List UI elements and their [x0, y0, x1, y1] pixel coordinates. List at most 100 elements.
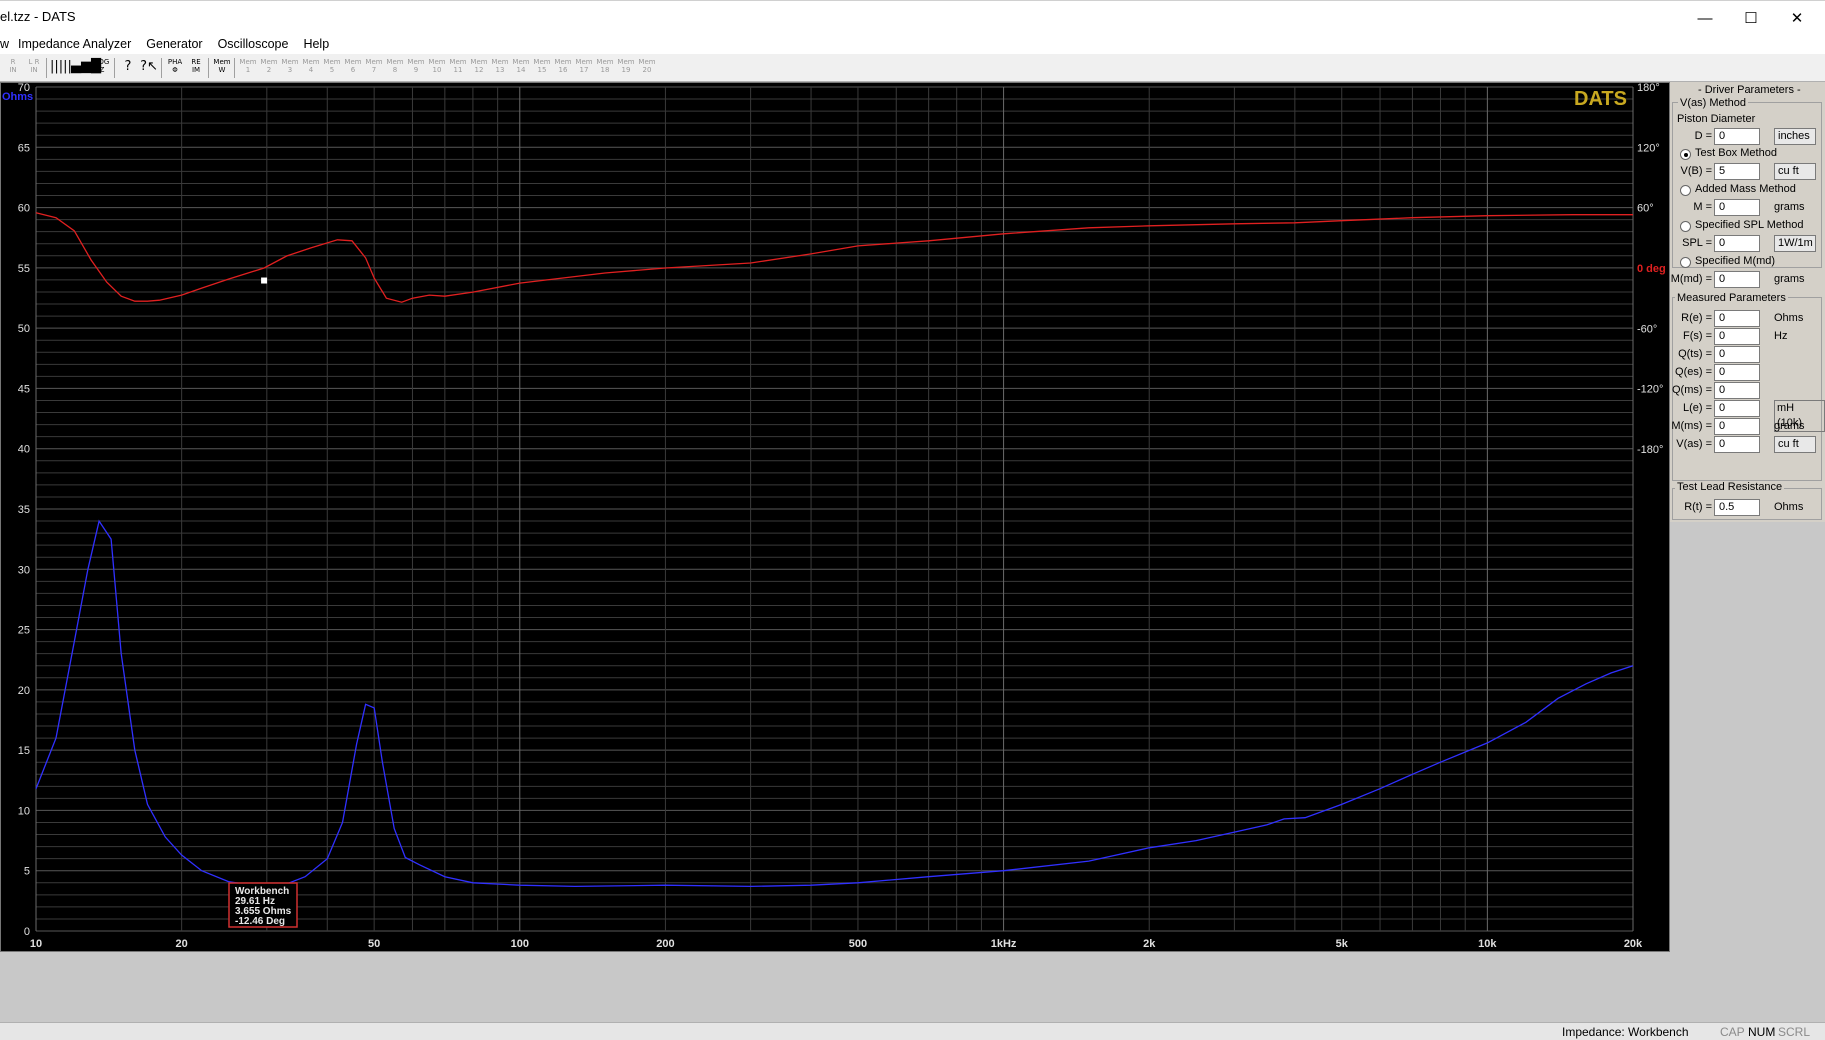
toolbar-button-28[interactable]: Mem 18: [595, 58, 615, 78]
toolbar-button-11[interactable]: Mem 1: [238, 58, 258, 78]
mmd-field[interactable]: 0: [1714, 271, 1760, 288]
close-button[interactable]: ✕: [1774, 1, 1820, 35]
toolbar-button-16[interactable]: Mem 6: [343, 58, 363, 78]
panel-title: - Driver Parameters -: [1698, 84, 1801, 96]
y-tick-label: 25: [18, 625, 30, 637]
specified-spl-label: Specified SPL Method: [1695, 219, 1804, 231]
y2-tick-label: 0 deg: [1637, 263, 1666, 275]
vb-label: V(B) =: [1680, 165, 1712, 177]
vb-unit-select[interactable]: cu ft: [1774, 163, 1816, 180]
toolbar-button-14[interactable]: Mem 4: [301, 58, 321, 78]
menu-generator[interactable]: Generator: [146, 37, 202, 51]
y2-tick-label: 180°: [1637, 83, 1660, 94]
toolbar-button-27[interactable]: Mem 17: [574, 58, 594, 78]
toolbar-button-24[interactable]: Mem 14: [511, 58, 531, 78]
status-num: NUM: [1748, 1025, 1776, 1039]
maximize-icon: ☐: [1744, 10, 1758, 27]
toolbar-button-12[interactable]: Mem 2: [259, 58, 279, 78]
toolbar-button-21[interactable]: Mem 11: [448, 58, 468, 78]
measured-field[interactable]: 0: [1714, 400, 1760, 417]
toolbar-button-7[interactable]: ?↖: [139, 58, 159, 78]
cursor-readout-deg: -12.46 Deg: [235, 916, 285, 927]
x-tick-label: 500: [849, 938, 867, 950]
toolbar-button-1[interactable]: R IN: [3, 58, 23, 78]
mmd-unit: grams: [1774, 273, 1805, 285]
y2-tick-label: -120°: [1637, 384, 1663, 396]
measured-field[interactable]: 0: [1714, 346, 1760, 363]
plot-svg: 0510152025303540455055606570Ohms180°120°…: [2, 83, 1666, 950]
menu-oscilloscope[interactable]: Oscilloscope: [218, 37, 289, 51]
measured-field[interactable]: 0: [1714, 436, 1760, 453]
toolbar-button-15[interactable]: Mem 5: [322, 58, 342, 78]
y2-tick-label: -60°: [1637, 323, 1657, 335]
measured-label: F(s) =: [1682, 330, 1712, 342]
toolbar-button-4[interactable]: ▄▆█: [71, 58, 101, 78]
specified-spl-radio[interactable]: [1680, 221, 1691, 232]
measured-field[interactable]: 0: [1714, 328, 1760, 345]
status-bar: Impedance: Workbench CAP NUM SCRL: [0, 1022, 1825, 1040]
measured-field[interactable]: 0: [1714, 382, 1760, 399]
toolbar-button-3[interactable]: |||||: [50, 58, 72, 78]
y-tick-label: 50: [18, 323, 30, 335]
x-tick-label: 2k: [1143, 938, 1156, 950]
toolbar-button-17[interactable]: Mem 7: [364, 58, 384, 78]
toolbar-button-9[interactable]: RE IM: [186, 58, 206, 78]
measured-label: L(e) =: [1682, 402, 1712, 414]
d-label: D =: [1694, 130, 1712, 142]
measured-label: V(as) =: [1676, 438, 1712, 450]
menu-bar: w Impedance Analyzer Generator Oscillosc…: [0, 34, 1825, 54]
rt-label: R(t) =: [1684, 501, 1712, 513]
spl-field[interactable]: 0: [1714, 235, 1760, 252]
toolbar-button-6[interactable]: ?: [118, 58, 138, 78]
y-tick-label: 30: [18, 564, 30, 576]
toolbar-button-26[interactable]: Mem 16: [553, 58, 573, 78]
specified-mmd-label: Specified M(md): [1695, 255, 1776, 267]
toolbar-button-8[interactable]: PHA Φ: [165, 58, 185, 78]
toolbar-separator: [161, 58, 162, 78]
measured-field[interactable]: 0: [1714, 418, 1760, 435]
spl-label: SPL =: [1682, 237, 1712, 249]
x-tick-label: 50: [368, 938, 380, 950]
toolbar-button-22[interactable]: Mem 12: [469, 58, 489, 78]
title-bar: el.tzz - DATS — ☐ ✕: [0, 0, 1825, 34]
m-field[interactable]: 0: [1714, 199, 1760, 216]
y-tick-label: 45: [18, 383, 30, 395]
d-unit-select[interactable]: inches: [1774, 128, 1816, 145]
added-mass-radio[interactable]: [1680, 185, 1691, 196]
menu-help[interactable]: Help: [303, 37, 329, 51]
driver-parameters-panel: - Driver Parameters - V(as) Method Pisto…: [1670, 82, 1825, 522]
toolbar-button-10[interactable]: Mem W: [212, 58, 232, 78]
measured-label: M(ms) =: [1671, 420, 1712, 432]
toolbar-button-20[interactable]: Mem 10: [427, 58, 447, 78]
toolbar-button-19[interactable]: Mem 9: [406, 58, 426, 78]
measured-field[interactable]: 0: [1714, 364, 1760, 381]
toolbar-button-25[interactable]: Mem 15: [532, 58, 552, 78]
measured-label: Q(ts) =: [1678, 348, 1712, 360]
specified-mmd-radio[interactable]: [1680, 257, 1691, 268]
toolbar-button-2[interactable]: L R IN: [24, 58, 44, 78]
added-mass-label: Added Mass Method: [1695, 183, 1796, 195]
menu-impedance-analyzer[interactable]: Impedance Analyzer: [18, 37, 131, 51]
vb-field[interactable]: 5: [1714, 163, 1760, 180]
spl-unit-select[interactable]: 1W/1m: [1774, 235, 1816, 252]
menu-view[interactable]: w: [0, 37, 9, 51]
toolbar-separator: [234, 58, 235, 78]
measured-unit: grams: [1774, 420, 1805, 432]
toolbar-button-13[interactable]: Mem 3: [280, 58, 300, 78]
test-box-radio[interactable]: [1680, 149, 1691, 160]
toolbar-button-5[interactable]: LOG Z: [92, 58, 112, 78]
toolbar-button-23[interactable]: Mem 13: [490, 58, 510, 78]
toolbar-button-18[interactable]: Mem 8: [385, 58, 405, 78]
toolbar: R IN L R IN ||||| ▄▆█ LOG Z? ?↖ PHA Φ RE IM Mem …: [0, 54, 1825, 82]
y-tick-label: 35: [18, 504, 30, 516]
toolbar-button-30[interactable]: Mem 20: [637, 58, 657, 78]
toolbar-button-29[interactable]: Mem 19: [616, 58, 636, 78]
cursor-marker: [261, 277, 268, 284]
measured-field[interactable]: 0: [1714, 310, 1760, 327]
maximize-button[interactable]: ☐: [1728, 1, 1774, 35]
x-tick-label: 5k: [1336, 938, 1349, 950]
measured-label: R(e) =: [1681, 312, 1712, 324]
minimize-button[interactable]: —: [1682, 1, 1728, 35]
d-field[interactable]: 0: [1714, 128, 1760, 145]
rt-field[interactable]: 0.5: [1714, 499, 1760, 516]
